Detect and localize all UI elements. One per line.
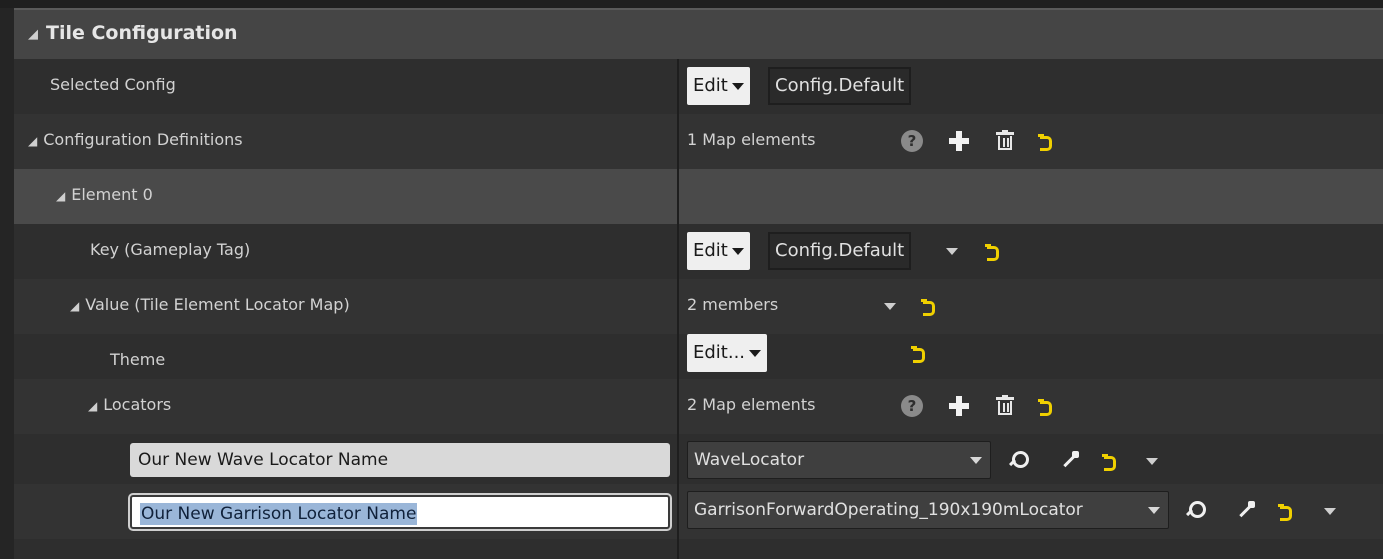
locator-value-combo[interactable]: GarrisonForwardOperating_190x190mLocator (687, 491, 1169, 529)
chevron-down-icon[interactable] (1324, 508, 1336, 515)
collapse-triangle-icon[interactable]: ◢ (70, 299, 79, 313)
add-element-plus-icon[interactable] (949, 131, 969, 151)
selected-config-label: Selected Config (50, 75, 176, 94)
picker-icon[interactable] (1060, 450, 1080, 470)
reset-to-default-icon[interactable] (1102, 454, 1116, 471)
locators-text: Locators (103, 395, 172, 414)
reset-to-default-icon[interactable] (985, 244, 999, 261)
row-locator-garrison: Our New Garrison Locator Name GarrisonFo… (14, 484, 1383, 539)
row-locator-wave: Our New Wave Locator Name WaveLocator (14, 434, 1383, 489)
element-0-text: Element 0 (71, 185, 153, 204)
selected-config-edit-button[interactable]: Edit (687, 67, 750, 105)
value-members-count: 2 members (687, 295, 779, 314)
theme-label: Theme (110, 350, 166, 369)
question-icon[interactable]: ? (901, 130, 923, 152)
locator-key-field[interactable]: Our New Wave Locator Name (130, 443, 670, 477)
category-title: Tile Configuration (46, 22, 238, 44)
add-element-plus-icon[interactable] (949, 396, 969, 416)
row-element-0: ◢ Element 0 (14, 169, 1383, 224)
collapse-triangle-icon[interactable]: ◢ (28, 27, 38, 42)
selected-config-tag[interactable]: Config.Default (768, 67, 912, 105)
chevron-down-icon (970, 457, 982, 464)
collapse-triangle-icon[interactable]: ◢ (56, 189, 65, 203)
collapse-triangle-icon[interactable]: ◢ (88, 399, 97, 413)
locators-count: 2 Map elements (687, 395, 816, 414)
row-configuration-definitions: ◢ Configuration Definitions 1 Map element… (14, 114, 1383, 169)
edit-label: Edit (693, 240, 728, 261)
delete-all-trash-icon[interactable] (996, 130, 1014, 150)
key-label: Key (Gameplay Tag) (90, 240, 251, 259)
reset-to-default-icon[interactable] (921, 299, 935, 316)
chevron-down-icon (731, 82, 744, 90)
row-key: Key (Gameplay Tag) Edit Config.Default (14, 224, 1383, 279)
edit-label: Edit (693, 75, 728, 96)
reset-to-default-icon[interactable] (1038, 134, 1052, 151)
column-splitter[interactable] (677, 59, 679, 559)
row-value: ◢ Value (Tile Element Locator Map) 2 memb… (14, 279, 1383, 334)
value-text: Value (Tile Element Locator Map) (85, 295, 350, 314)
picker-icon[interactable] (1236, 500, 1256, 520)
theme-edit-button[interactable]: Edit... (687, 334, 768, 372)
selected-text: Our New Garrison Locator Name (140, 503, 418, 525)
key-edit-button[interactable]: Edit (687, 232, 750, 270)
row-selected-config: Selected Config Edit Config.Default (14, 59, 1383, 114)
browse-search-icon[interactable] (1009, 451, 1029, 469)
chevron-down-icon (731, 247, 744, 255)
chevron-down-icon[interactable] (884, 303, 896, 310)
browse-search-icon[interactable] (1186, 501, 1206, 519)
combo-value: GarrisonForwardOperating_190x190mLocator (694, 500, 1083, 520)
configuration-definitions-text: Configuration Definitions (43, 130, 243, 149)
delete-all-trash-icon[interactable] (996, 395, 1014, 415)
value-label[interactable]: ◢ Value (Tile Element Locator Map) (70, 295, 350, 314)
config-defs-count: 1 Map elements (687, 130, 816, 149)
reset-to-default-icon[interactable] (1278, 504, 1292, 521)
element-0-label[interactable]: ◢ Element 0 (56, 185, 153, 204)
chevron-down-icon (749, 349, 762, 357)
details-panel: ◢ Tile Configuration Selected Config Edi… (0, 0, 1383, 559)
chevron-down-icon (1148, 507, 1160, 514)
reset-to-default-icon[interactable] (911, 346, 925, 363)
chevron-down-icon[interactable] (1146, 458, 1158, 465)
row-locators: ◢ Locators 2 Map elements ? (14, 379, 1383, 434)
configuration-definitions-label[interactable]: ◢ Configuration Definitions (28, 130, 243, 149)
panel-top-border (0, 0, 1383, 8)
locator-value-combo[interactable]: WaveLocator (687, 441, 991, 479)
edit-label: Edit... (693, 342, 746, 363)
collapse-triangle-icon[interactable]: ◢ (28, 134, 37, 148)
combo-value: WaveLocator (694, 450, 805, 470)
locator-key-field[interactable]: Our New Garrison Locator Name (130, 495, 670, 529)
category-header[interactable]: ◢ Tile Configuration (14, 8, 1383, 59)
panel-left-gutter (0, 8, 14, 559)
key-tag[interactable]: Config.Default (768, 232, 912, 270)
chevron-down-icon[interactable] (946, 248, 958, 255)
question-icon[interactable]: ? (901, 395, 923, 417)
reset-to-default-icon[interactable] (1038, 399, 1052, 416)
locators-label[interactable]: ◢ Locators (88, 395, 171, 414)
